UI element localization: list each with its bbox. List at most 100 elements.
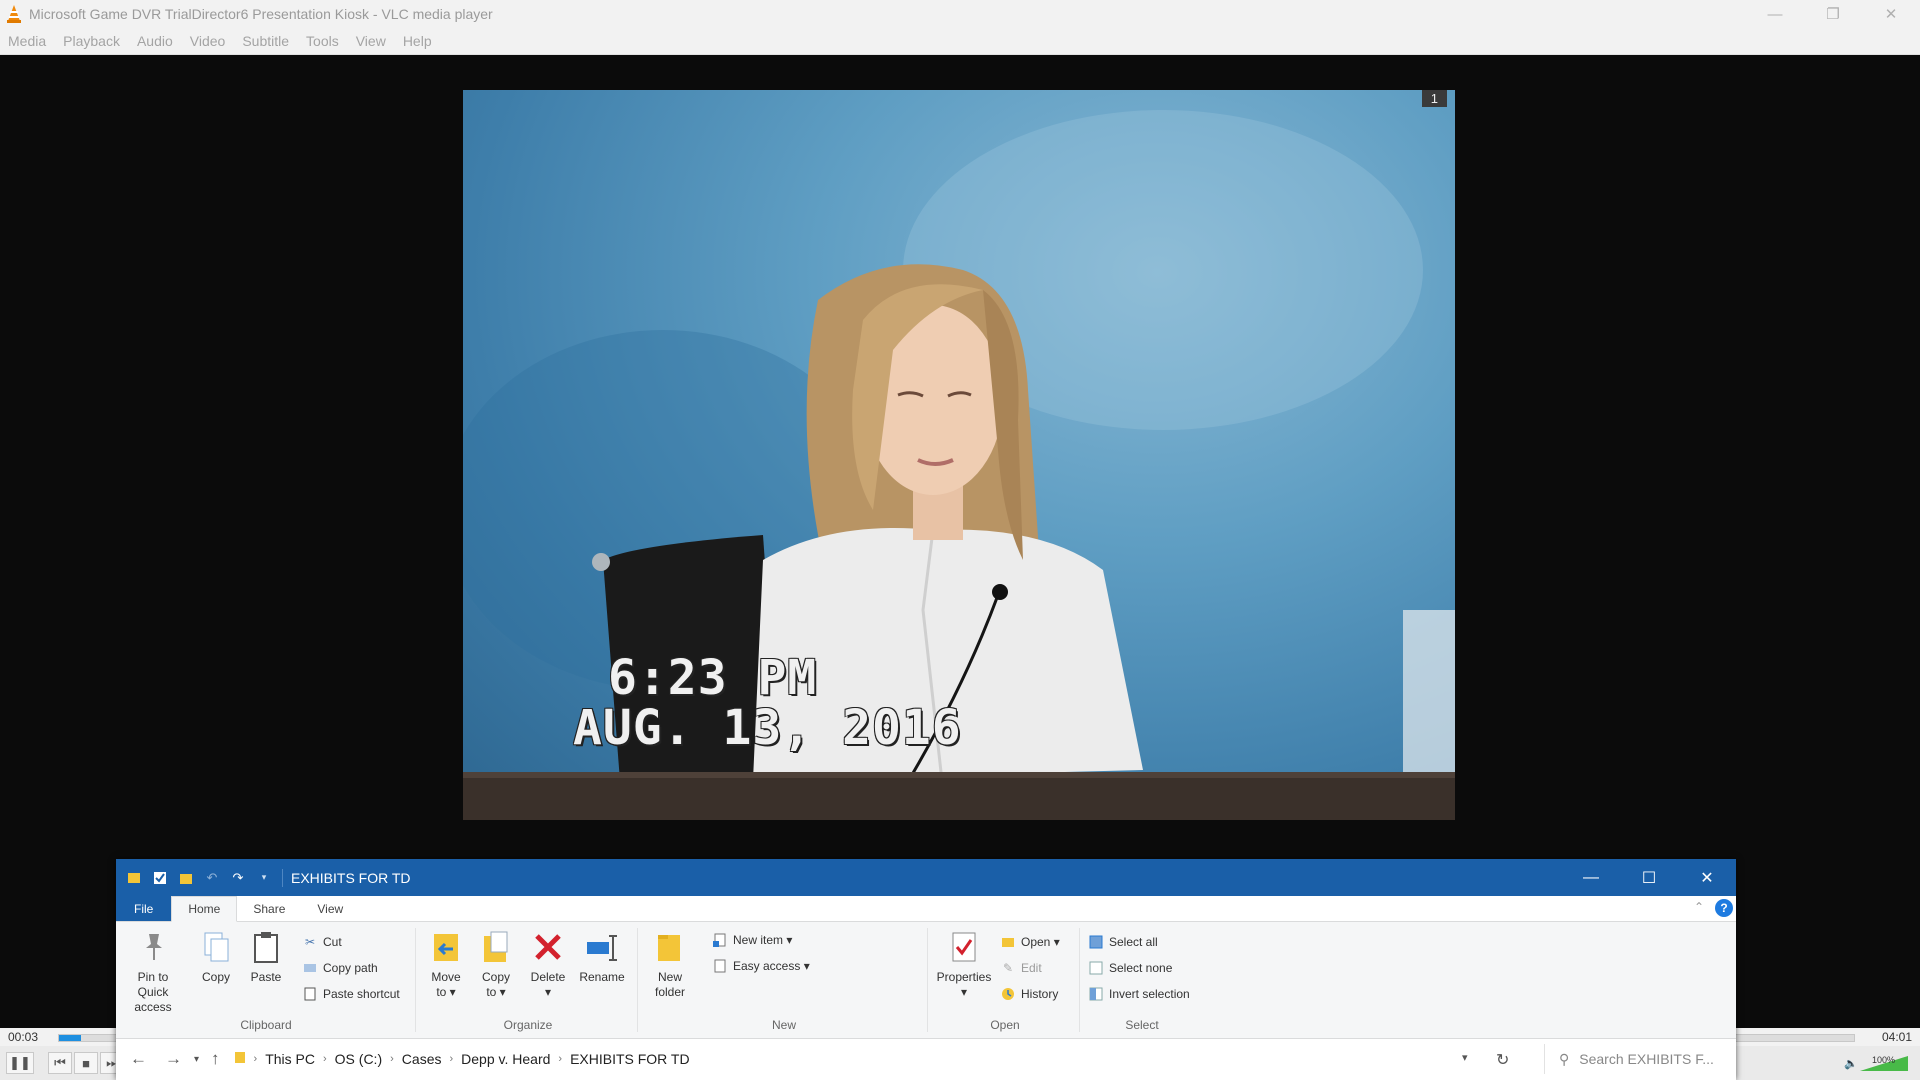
redo-icon[interactable]: ↷ bbox=[230, 870, 246, 886]
volume-level: 100% bbox=[1872, 1055, 1895, 1065]
forward-arrow-icon[interactable]: → bbox=[165, 1049, 182, 1069]
scissors-icon: ✂ bbox=[304, 935, 316, 949]
open-label: Open bbox=[1021, 935, 1051, 949]
frame-number-badge: 1 bbox=[1421, 90, 1447, 107]
refresh-icon[interactable]: ↻ bbox=[1496, 1050, 1509, 1070]
chevron-right-icon: › bbox=[390, 1053, 394, 1065]
properties-button[interactable]: Properties ▾ bbox=[934, 930, 994, 1000]
properties-quick-icon[interactable] bbox=[152, 870, 168, 886]
pin-to-quick-access-button[interactable]: Pin to Quick access bbox=[122, 930, 184, 1015]
select-group-label: Select bbox=[1125, 1018, 1159, 1032]
undo-icon[interactable]: ↶ bbox=[204, 870, 220, 886]
paste-icon bbox=[249, 930, 283, 964]
new-group-label: New bbox=[771, 1018, 796, 1032]
move-to-icon bbox=[429, 930, 463, 964]
vlc-cone-icon bbox=[7, 5, 21, 23]
new-folder-quick-icon[interactable] bbox=[178, 870, 194, 886]
menu-subtitle[interactable]: Subtitle bbox=[242, 33, 289, 49]
search-placeholder: Search EXHIBITS F... bbox=[1579, 1051, 1714, 1067]
explorer-close-button[interactable]: ✕ bbox=[1678, 859, 1736, 896]
delete-x-icon bbox=[531, 930, 565, 964]
recent-locations-icon[interactable]: ▾ bbox=[194, 1054, 199, 1065]
folder-icon bbox=[126, 870, 142, 886]
tab-share[interactable]: Share bbox=[237, 902, 301, 921]
menu-audio[interactable]: Audio bbox=[137, 33, 173, 49]
copy-to-button[interactable]: Copy to ▾ bbox=[476, 930, 516, 1000]
vlc-menu-bar: Media Playback Audio Video Subtitle Tool… bbox=[0, 28, 1920, 55]
menu-view[interactable]: View bbox=[356, 33, 386, 49]
paste-shortcut-button[interactable]: Paste shortcut bbox=[302, 986, 400, 1002]
move-to-label: Move to bbox=[431, 970, 461, 999]
stop-button[interactable]: ■ bbox=[74, 1052, 98, 1074]
copy-button[interactable]: Copy bbox=[198, 930, 234, 985]
easy-access-button[interactable]: Easy access ▾ bbox=[712, 958, 810, 974]
menu-video[interactable]: Video bbox=[190, 33, 226, 49]
menu-media[interactable]: Media bbox=[8, 33, 46, 49]
menu-tools[interactable]: Tools bbox=[306, 33, 339, 49]
paste-shortcut-label: Paste shortcut bbox=[323, 987, 400, 1001]
close-button[interactable]: ✕ bbox=[1862, 0, 1920, 28]
organize-group-label: Organize bbox=[503, 1018, 553, 1032]
up-arrow-icon[interactable]: ↑ bbox=[211, 1049, 220, 1069]
open-group-label: Open bbox=[990, 1018, 1020, 1032]
delete-button[interactable]: Delete ▾ bbox=[528, 930, 568, 1000]
menu-help[interactable]: Help bbox=[403, 33, 432, 49]
search-box[interactable]: ⚲ Search EXHIBITS F... bbox=[1544, 1044, 1730, 1074]
minimize-button[interactable]: — bbox=[1746, 0, 1804, 28]
group-clipboard: Pin to Quick access Copy Paste ✂ Cut Copy… bbox=[116, 922, 416, 1038]
breadcrumb-cases[interactable]: Cases bbox=[402, 1051, 442, 1067]
cut-button[interactable]: ✂ Cut bbox=[302, 934, 342, 950]
breadcrumb-this-pc[interactable]: This PC bbox=[265, 1051, 315, 1067]
new-item-icon bbox=[712, 932, 728, 948]
quick-access-dropdown-icon[interactable]: ▾ bbox=[256, 870, 272, 886]
copy-to-label: Copy to bbox=[481, 970, 510, 999]
select-none-button[interactable]: Select none bbox=[1088, 960, 1172, 976]
new-folder-button[interactable]: New folder bbox=[650, 930, 690, 1000]
ribbon-collapse-icon[interactable]: ⌃ bbox=[1694, 900, 1704, 914]
explorer-title-bar: ↶ ↷ ▾ EXHIBITS FOR TD — ☐ ✕ bbox=[116, 859, 1736, 896]
chevron-right-icon: › bbox=[449, 1053, 454, 1065]
move-to-button[interactable]: Move to ▾ bbox=[426, 930, 466, 1000]
copy-path-button[interactable]: Copy path bbox=[302, 960, 378, 976]
explorer-minimize-button[interactable]: — bbox=[1562, 859, 1620, 896]
menu-playback[interactable]: Playback bbox=[63, 33, 120, 49]
rename-button[interactable]: Rename bbox=[576, 930, 628, 985]
tab-view[interactable]: View bbox=[301, 902, 359, 921]
breadcrumb-os-c[interactable]: OS (C:) bbox=[335, 1051, 382, 1067]
breadcrumb-depp-v-heard[interactable]: Depp v. Heard bbox=[461, 1051, 550, 1067]
explorer-maximize-button[interactable]: ☐ bbox=[1620, 859, 1678, 896]
select-all-label: Select all bbox=[1109, 935, 1158, 949]
pause-button[interactable]: ❚❚ bbox=[6, 1052, 34, 1074]
previous-button[interactable]: ⏮ bbox=[48, 1052, 72, 1074]
help-icon[interactable]: ? bbox=[1715, 899, 1733, 917]
new-item-button[interactable]: New item ▾ bbox=[712, 932, 792, 948]
restore-button[interactable]: ❐ bbox=[1804, 0, 1862, 28]
seek-progress bbox=[59, 1035, 81, 1041]
history-icon bbox=[1000, 986, 1016, 1002]
delete-label: Delete bbox=[530, 970, 566, 984]
paste-label: Paste bbox=[250, 970, 282, 984]
invert-selection-button[interactable]: Invert selection bbox=[1088, 986, 1190, 1002]
pin-icon bbox=[136, 930, 170, 964]
paste-button[interactable]: Paste bbox=[248, 930, 284, 985]
address-dropdown-icon[interactable]: ▾ bbox=[1462, 1051, 1468, 1064]
current-time: 00:03 bbox=[8, 1030, 39, 1044]
tab-file[interactable]: File bbox=[116, 896, 172, 921]
edit-icon: ✎ bbox=[1002, 961, 1014, 975]
vlc-title-bar: Microsoft Game DVR TrialDirector6 Presen… bbox=[0, 0, 1920, 28]
explorer-window-title: EXHIBITS FOR TD bbox=[291, 869, 411, 886]
volume-slider[interactable]: 🔈 100% bbox=[1842, 1054, 1910, 1072]
back-arrow-icon[interactable]: ← bbox=[130, 1049, 147, 1069]
group-new: New folder New item ▾ Easy access ▾ New bbox=[640, 922, 928, 1038]
tab-home[interactable]: Home bbox=[171, 896, 238, 922]
location-folder-icon bbox=[234, 1050, 246, 1069]
edit-button[interactable]: ✎ Edit bbox=[1000, 960, 1042, 976]
video-frame[interactable]: 1 6:23 PM AUG. 13, 2016 bbox=[463, 90, 1455, 820]
open-button[interactable]: Open ▾ bbox=[1000, 934, 1060, 950]
clipboard-group-label: Clipboard bbox=[240, 1018, 292, 1032]
open-folder-icon bbox=[1000, 934, 1016, 950]
history-button[interactable]: History bbox=[1000, 986, 1058, 1002]
select-all-button[interactable]: Select all bbox=[1088, 934, 1158, 950]
invert-selection-label: Invert selection bbox=[1109, 987, 1190, 1001]
breadcrumb-exhibits-for-td[interactable]: EXHIBITS FOR TD bbox=[570, 1051, 690, 1067]
